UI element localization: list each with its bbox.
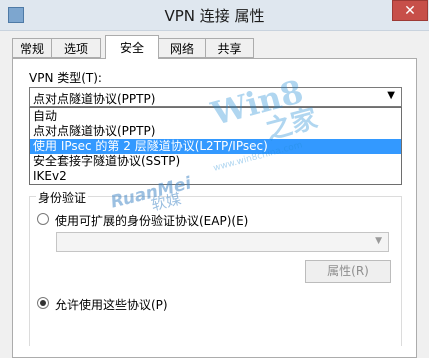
window-title: VPN 连接 属性: [164, 7, 265, 25]
vpn-type-option-l2tp[interactable]: 使用 IPsec 的第 2 层隧道协议(L2TP/IPsec): [30, 139, 401, 154]
chevron-down-icon[interactable]: ▼: [375, 236, 382, 246]
tab-options[interactable]: 选项: [51, 38, 101, 58]
tab-general[interactable]: 常规: [12, 38, 52, 58]
chevron-down-icon[interactable]: ▼: [387, 90, 395, 101]
eap-radio[interactable]: [37, 213, 49, 225]
eap-radio-label[interactable]: 使用可扩展的身份验证协议(EAP)(E): [55, 212, 248, 229]
authentication-group-label: 身份验证: [36, 189, 89, 206]
tab-networking[interactable]: 网络: [158, 38, 206, 58]
vpn-type-label: VPN 类型(T):: [29, 71, 102, 85]
vpn-type-selected-value: 点对点隧道协议(PPTP): [33, 92, 156, 106]
eap-method-select[interactable]: ▼: [56, 232, 389, 252]
tab-sharing[interactable]: 共享: [205, 38, 254, 58]
title-bar: VPN 连接 属性 ✕: [0, 0, 429, 31]
allow-protocols-label[interactable]: 允许使用这些协议(P): [55, 296, 168, 313]
tab-security[interactable]: 安全: [105, 35, 159, 59]
close-button[interactable]: ✕: [392, 0, 428, 21]
properties-button[interactable]: 属性(R): [305, 260, 391, 283]
allow-protocols-radio[interactable]: [37, 297, 49, 309]
